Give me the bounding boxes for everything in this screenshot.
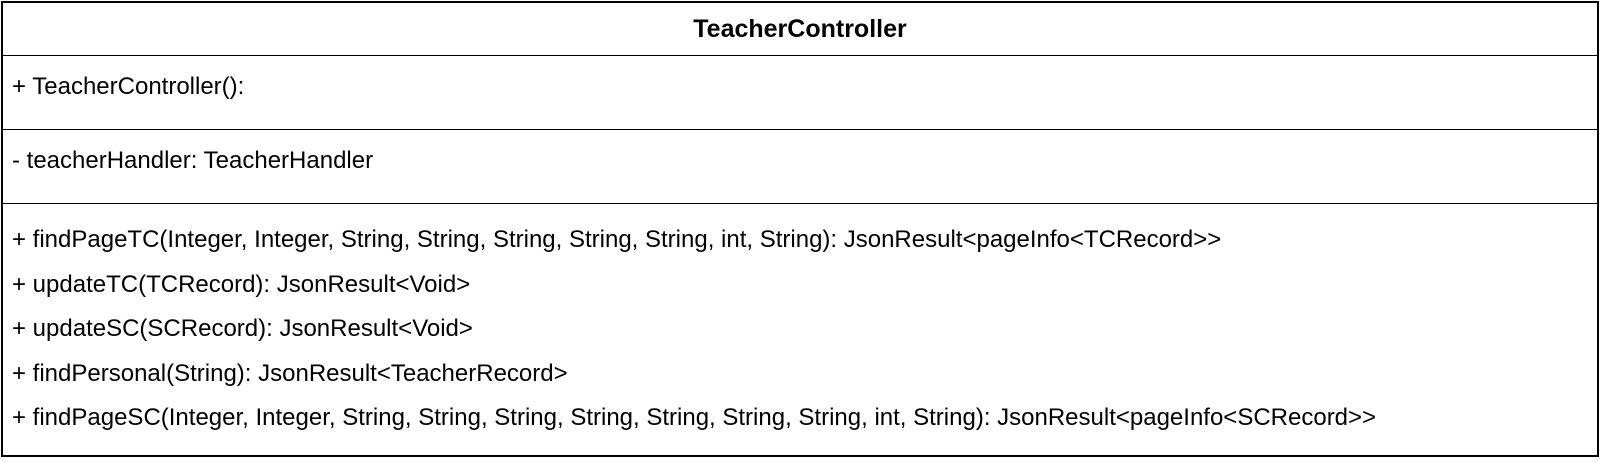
constructors-compartment: + TeacherController(): bbox=[3, 56, 1597, 130]
attributes-compartment: - teacherHandler: TeacherHandler bbox=[3, 130, 1597, 204]
method-member-findpagesc: + findPageSC(Integer, Integer, String, S… bbox=[12, 404, 1377, 431]
constructor-member: + TeacherController(): bbox=[12, 72, 245, 100]
methods-compartment: + findPageTC(Integer, Integer, String, S… bbox=[3, 204, 1597, 447]
uml-class-box: TeacherController + TeacherController():… bbox=[1, 1, 1599, 457]
class-name: TeacherController bbox=[3, 3, 1597, 56]
method-member-updatesc: + updateSC(SCRecord): JsonResult<Void> bbox=[12, 315, 473, 342]
method-member-findpersonal: + findPersonal(String): JsonResult<Teach… bbox=[12, 359, 568, 387]
method-member-updatetc: + updateTC(TCRecord): JsonResult<Void> bbox=[12, 270, 471, 298]
method-member-findpagetc: + findPageTC(Integer, Integer, String, S… bbox=[12, 226, 1222, 253]
attribute-member: - teacherHandler: TeacherHandler bbox=[12, 146, 374, 174]
